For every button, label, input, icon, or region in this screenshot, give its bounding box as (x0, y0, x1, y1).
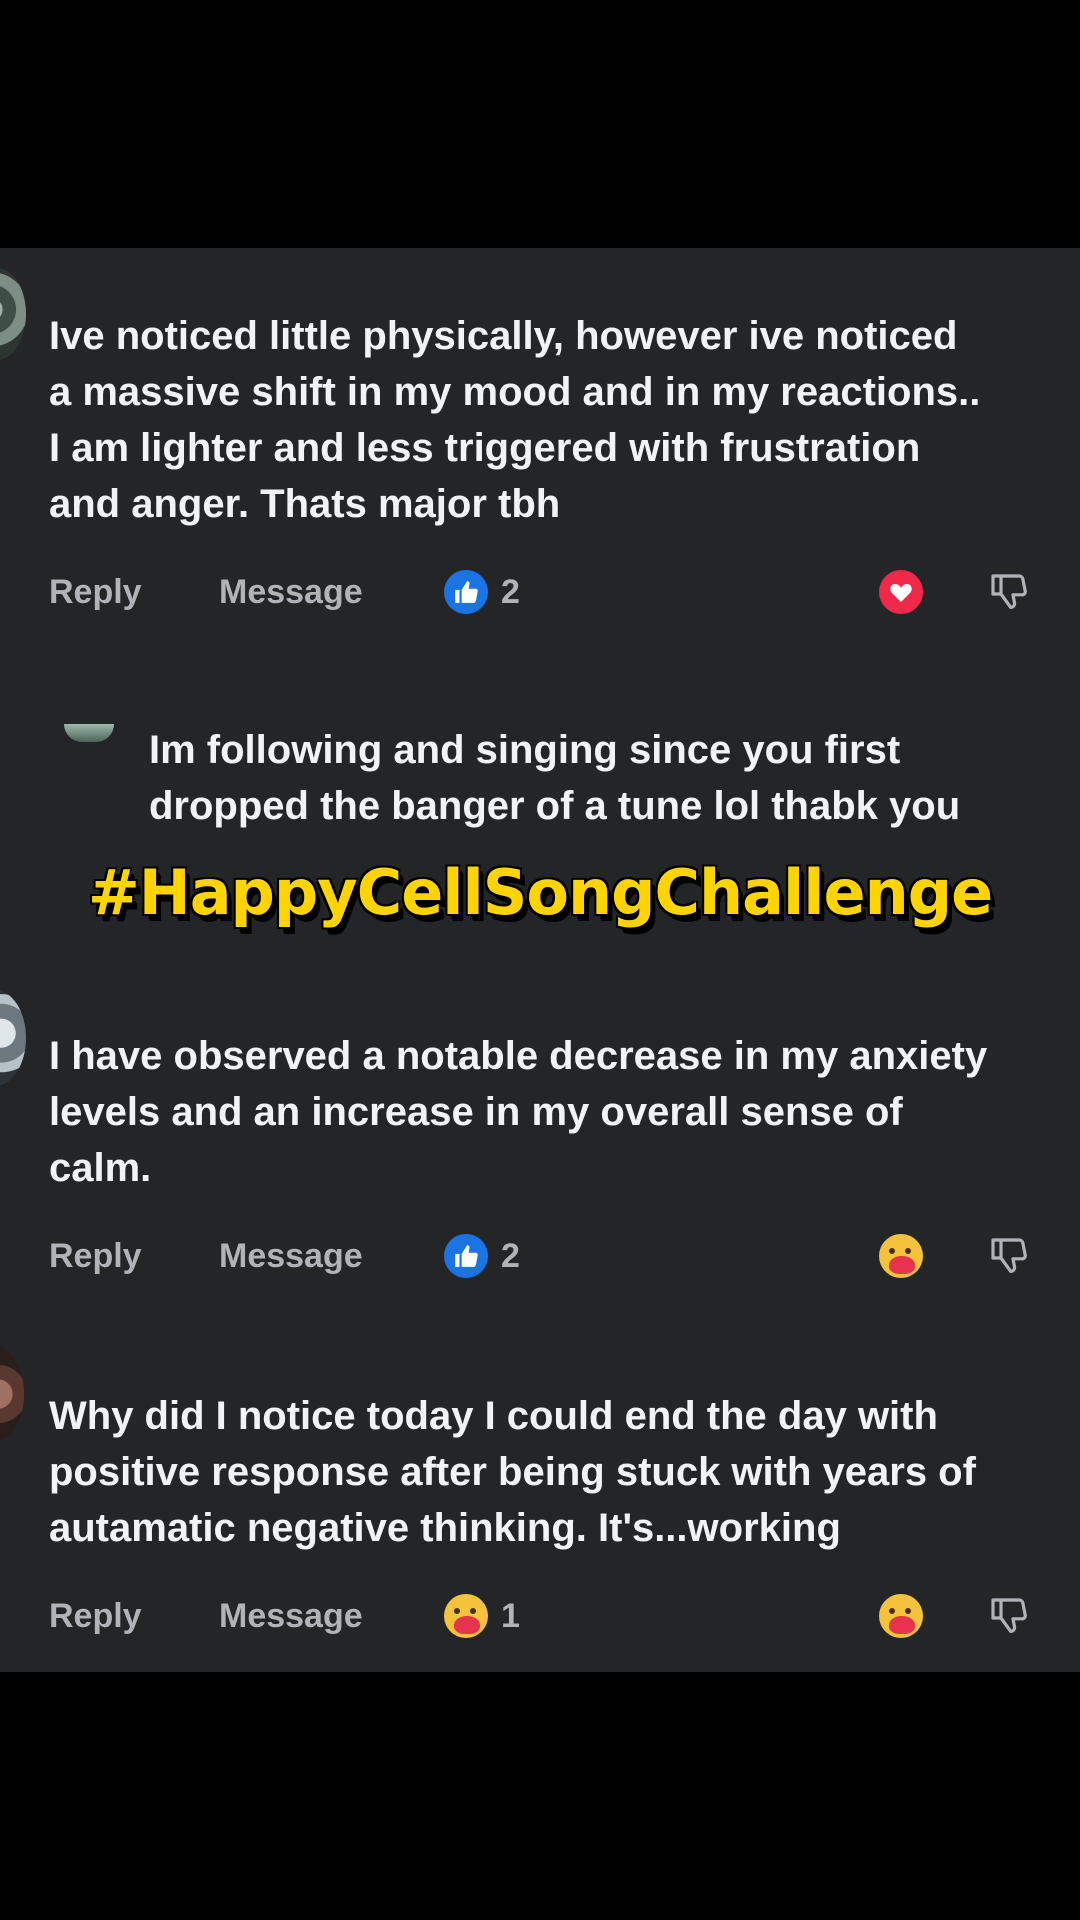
care-icon (444, 1594, 488, 1638)
care-icon[interactable] (879, 1594, 923, 1638)
reaction-count: 2 (501, 573, 520, 611)
reply-button[interactable]: Reply (49, 1592, 142, 1640)
comment-text: Ive noticed little physically, however i… (49, 314, 981, 526)
avatar[interactable] (0, 268, 26, 360)
like-icon (444, 570, 488, 614)
reply-button[interactable]: Reply (49, 568, 142, 616)
comment-text: I have observed a notable decrease in my… (49, 1034, 988, 1190)
message-button[interactable]: Message (219, 568, 363, 616)
message-button[interactable]: Message (219, 1232, 363, 1280)
reaction-count: 1 (501, 1597, 520, 1635)
message-button[interactable]: Message (219, 1592, 363, 1640)
care-icon[interactable] (879, 1234, 923, 1278)
avatar[interactable] (64, 724, 114, 742)
comment-actions: Reply Message 1 (49, 1592, 1035, 1640)
hashtag-overlay: #HappyCellSongChallenge (87, 856, 993, 929)
comment-actions: Reply Message 2 (49, 1232, 1035, 1280)
reaction-count: 2 (501, 1237, 520, 1275)
reply-button[interactable]: Reply (49, 1232, 142, 1280)
avatar[interactable] (0, 1346, 24, 1442)
comments-panel: Ive noticed little physically, however i… (0, 248, 1080, 1672)
dislike-icon[interactable] (987, 1234, 1031, 1278)
like-icon (444, 1234, 488, 1278)
comment-actions: Reply Message 2 (49, 568, 1035, 616)
dislike-icon[interactable] (987, 570, 1031, 614)
comment-text: Im following and singing since you first… (149, 728, 961, 828)
avatar[interactable] (0, 990, 26, 1086)
love-icon[interactable] (879, 570, 923, 614)
comment-text: Why did I notice today I could end the d… (49, 1394, 976, 1550)
dislike-icon[interactable] (987, 1594, 1031, 1638)
